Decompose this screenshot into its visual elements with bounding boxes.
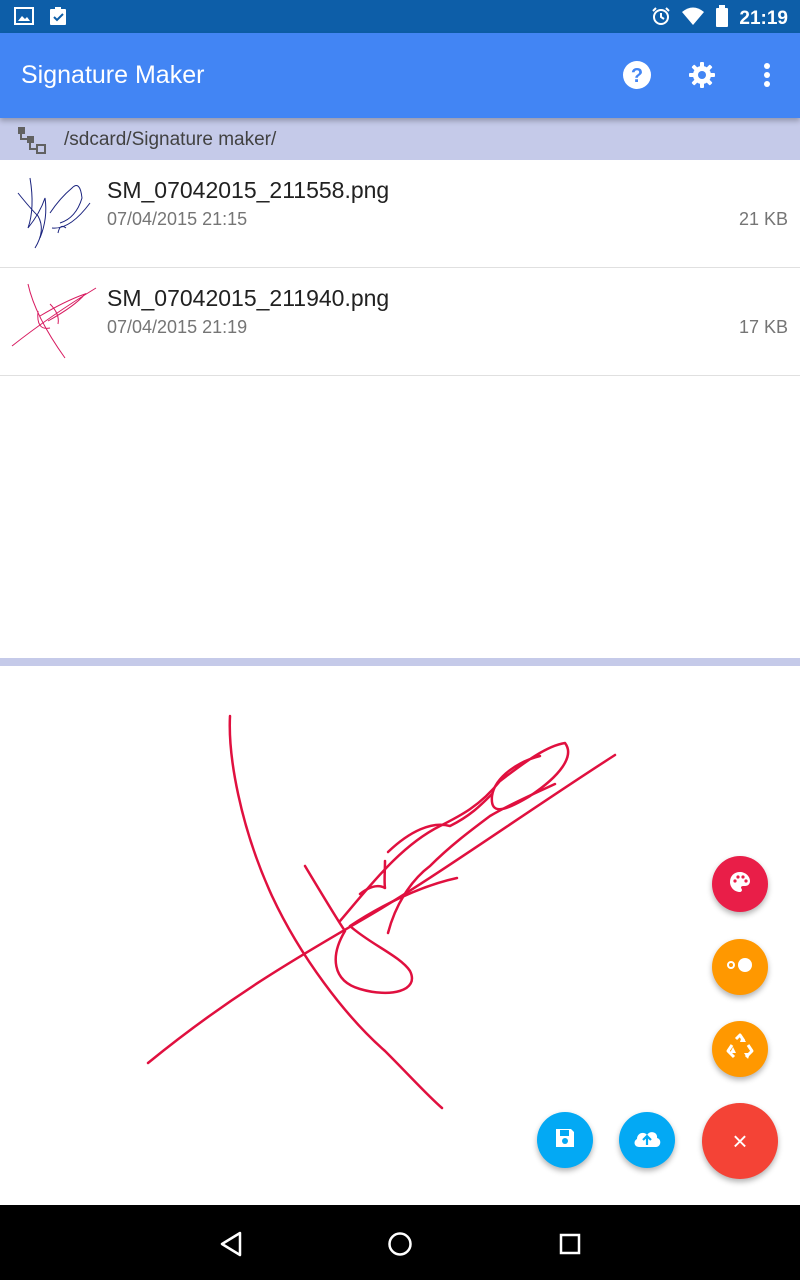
cloud-upload-icon: [632, 1127, 662, 1154]
alarm-icon: [651, 6, 671, 32]
stroke-width-button[interactable]: [712, 939, 768, 995]
back-icon[interactable]: [216, 1229, 246, 1259]
close-icon: ×: [732, 1125, 748, 1156]
wifi-icon: [681, 6, 705, 32]
app-bar: Signature Maker ?: [0, 33, 800, 118]
close-button[interactable]: ×: [702, 1103, 778, 1179]
file-size: 17 KB: [738, 317, 788, 337]
image-icon: [14, 6, 34, 31]
clock-time: 21:19: [739, 8, 788, 29]
file-size: 21 KB: [738, 209, 788, 229]
list-item[interactable]: SM_07042015_211558.png 07/04/2015 21:15 …: [0, 160, 800, 268]
home-icon[interactable]: [385, 1229, 415, 1259]
svg-text:?: ?: [631, 65, 643, 87]
signature-thumbnail: [10, 276, 98, 366]
recycle-icon: [726, 1033, 754, 1066]
list-item[interactable]: SM_07042015_211940.png 07/04/2015 21:19 …: [0, 268, 800, 376]
path-bar: /sdcard/Signature maker/: [0, 118, 800, 160]
file-date: 07/04/2015 21:15: [107, 209, 248, 229]
battery-icon: [715, 5, 729, 33]
palette-icon: [728, 870, 752, 899]
drawing-canvas[interactable]: [0, 666, 800, 1204]
recents-icon[interactable]: [555, 1229, 585, 1259]
overflow-menu-icon[interactable]: [751, 59, 783, 91]
pane-divider[interactable]: [0, 658, 800, 666]
palette-button[interactable]: [712, 856, 768, 912]
app-title: Signature Maker: [21, 61, 205, 89]
current-path: /sdcard/Signature maker/: [64, 129, 277, 150]
file-name: SM_07042015_211940.png: [107, 285, 390, 311]
save-button[interactable]: [537, 1112, 593, 1168]
save-icon: [554, 1127, 576, 1154]
settings-icon[interactable]: [686, 59, 718, 91]
file-list: SM_07042015_211558.png 07/04/2015 21:15 …: [0, 160, 800, 376]
folder-tree-icon: [17, 126, 47, 159]
help-icon[interactable]: ?: [621, 59, 653, 91]
status-bar: 21:19: [0, 0, 800, 33]
file-date: 07/04/2015 21:19: [107, 317, 248, 337]
clipboard-check-icon: [48, 6, 68, 31]
clear-button[interactable]: [712, 1021, 768, 1077]
file-name: SM_07042015_211558.png: [107, 177, 390, 203]
stroke-width-icon: [726, 957, 754, 978]
upload-button[interactable]: [619, 1112, 675, 1168]
navigation-bar: [0, 1205, 800, 1280]
signature-thumbnail: [10, 168, 98, 258]
